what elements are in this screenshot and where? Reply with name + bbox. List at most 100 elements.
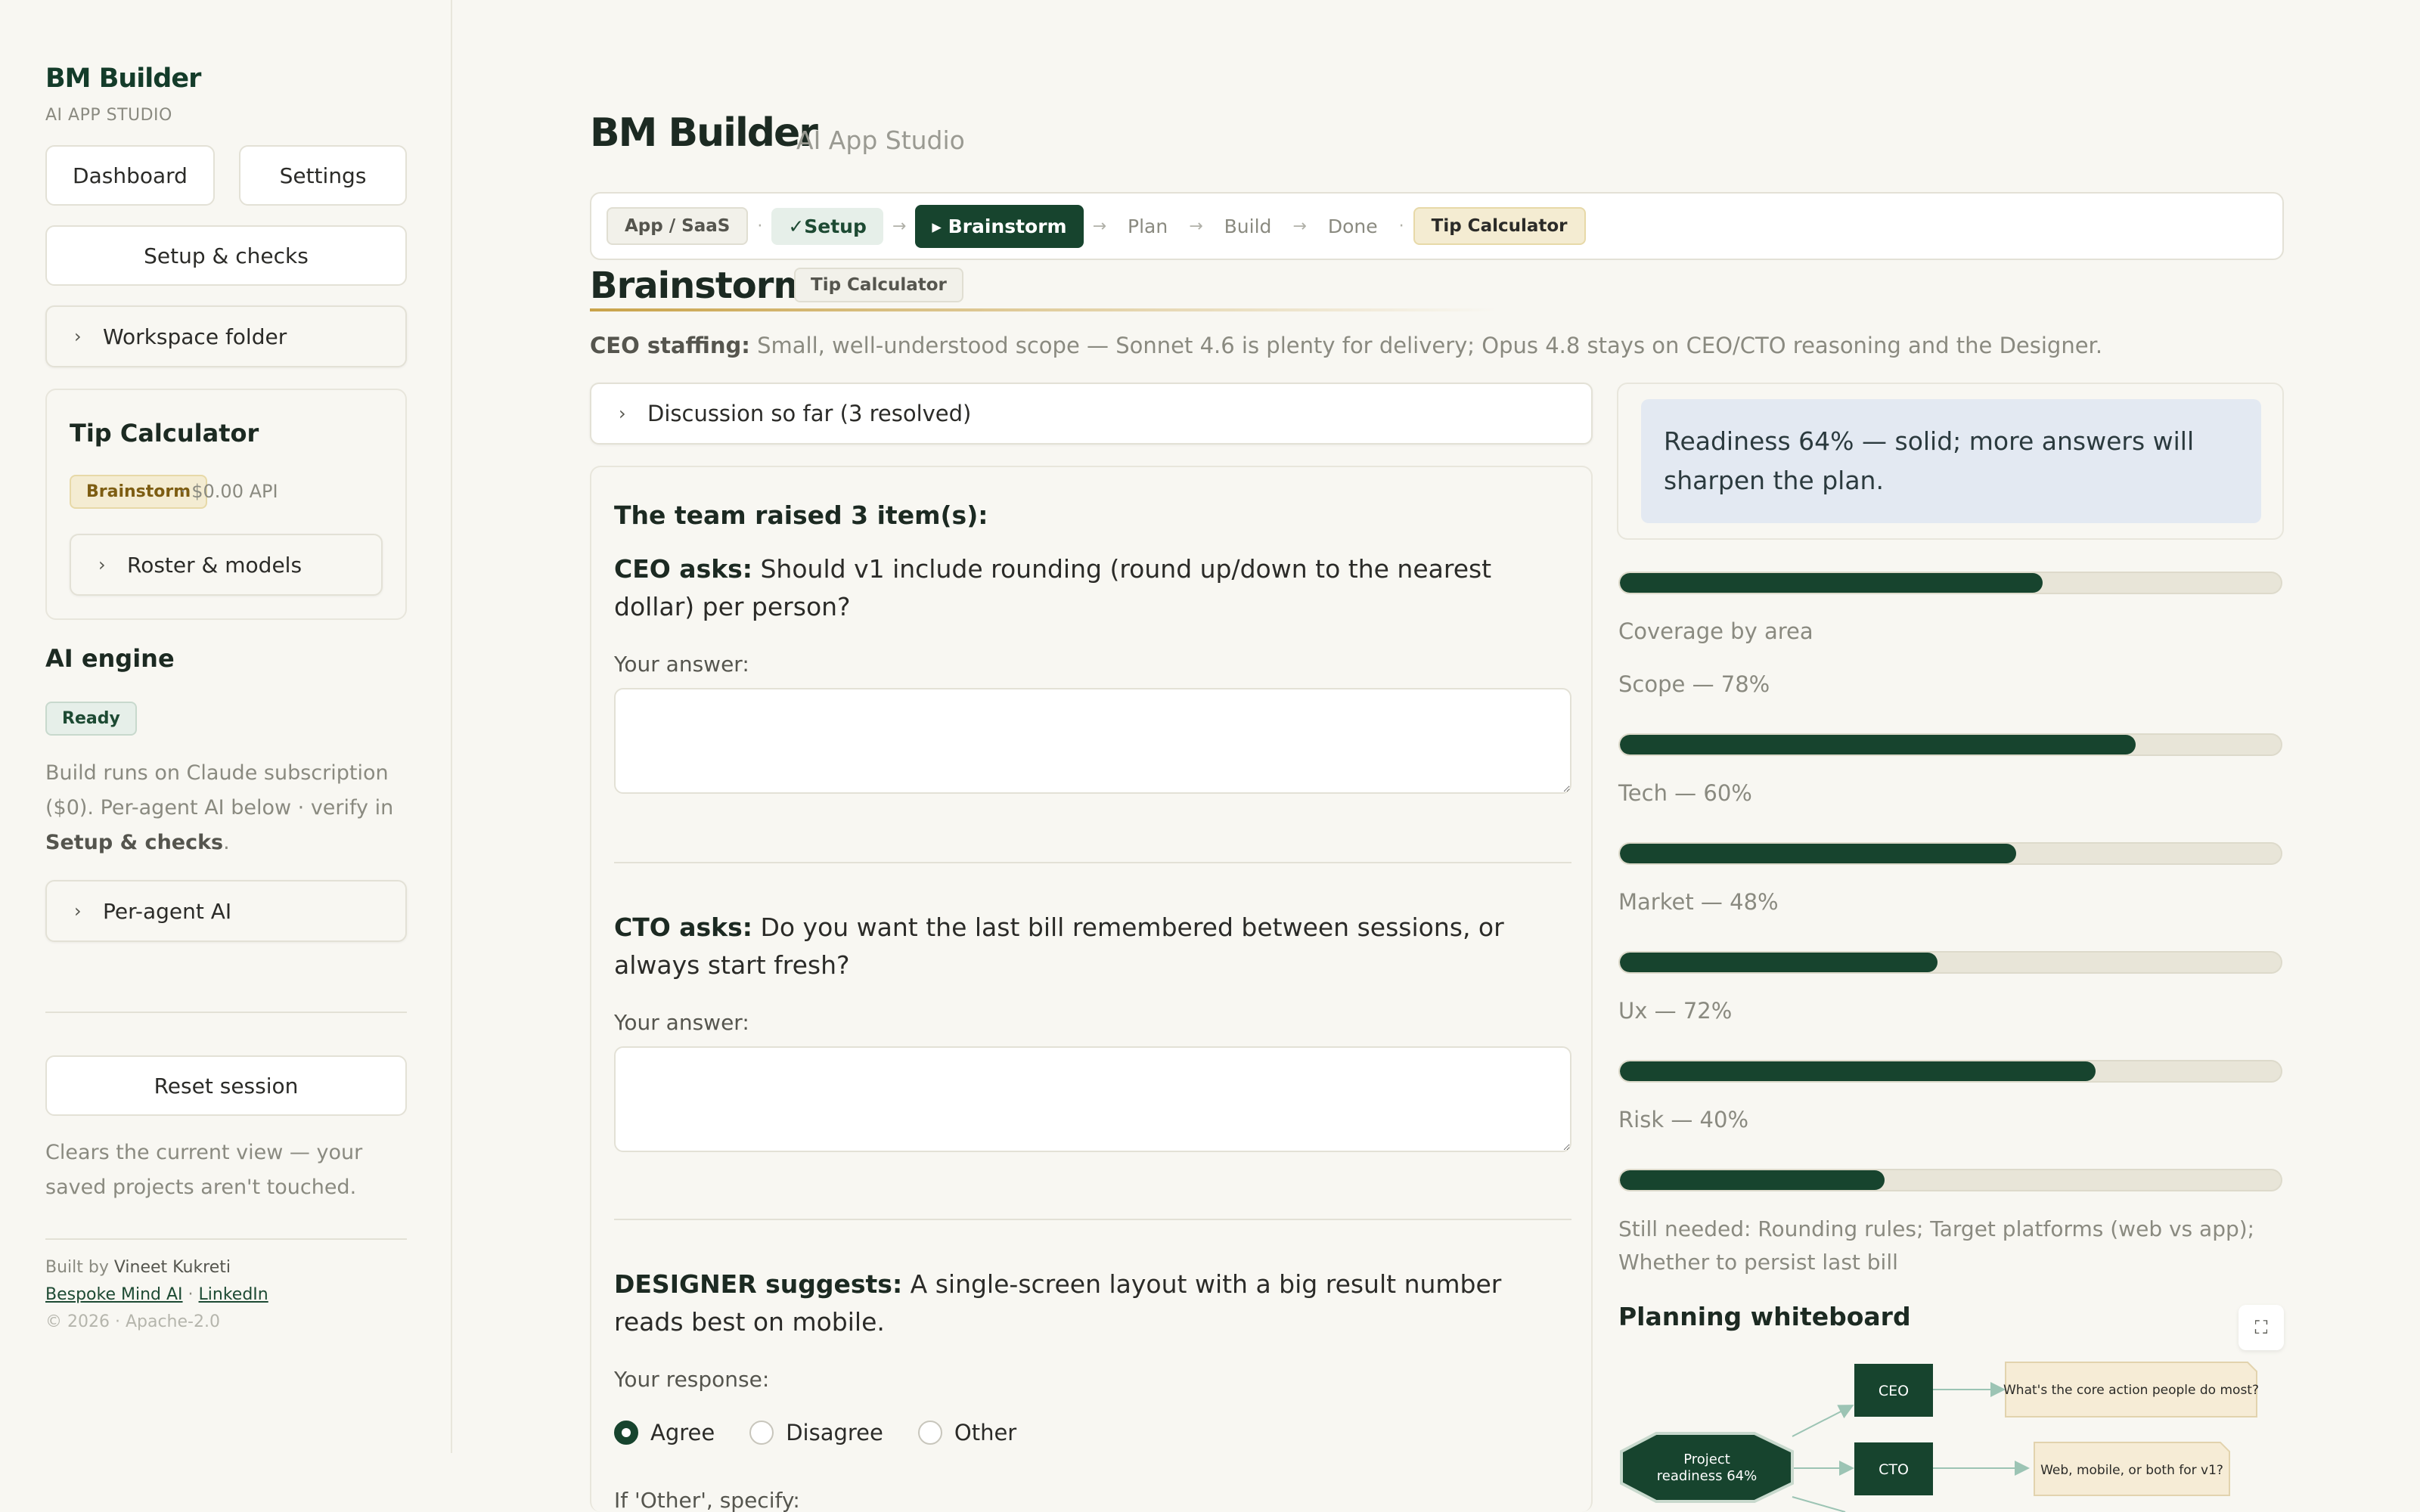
progress-fill [1620, 844, 2017, 863]
progress-fill [1620, 573, 2043, 593]
author-name: Vineet Kukreti [113, 1258, 231, 1277]
step-build: Build [1224, 215, 1272, 237]
section-heading: Brainstorm [590, 265, 811, 307]
cto-note-text: Web, mobile, or both for v1? [2040, 1463, 2223, 1478]
radio-disagree[interactable]: Disagree [749, 1420, 883, 1445]
radio-label: Agree [650, 1420, 715, 1445]
discussion-label: Discussion so far (3 resolved) [647, 401, 972, 426]
edge-project-designer [1792, 1496, 1846, 1512]
area-bar-risk [1618, 1169, 2282, 1191]
question-author: CTO asks: [614, 912, 752, 942]
radio-icon[interactable] [749, 1421, 774, 1445]
whiteboard-title: Planning whiteboard [1618, 1302, 1911, 1331]
area-label-risk: Risk — 40% [1618, 1107, 1749, 1132]
step-setup[interactable]: ✓Setup [771, 207, 883, 245]
radio-selected-icon[interactable] [614, 1421, 638, 1445]
engine-text-a: Build runs on Claude subscription ($0). … [45, 761, 394, 820]
area-bar-scope [1618, 733, 2282, 756]
settings-button[interactable]: Settings [239, 145, 407, 206]
readiness-summary: Readiness 64% — solid; more answers will… [1641, 399, 2261, 523]
engine-text-end: . [223, 831, 230, 854]
page-subtitle: AI App Studio [796, 125, 965, 155]
page-title: BM Builder [590, 110, 818, 156]
radio-icon[interactable] [917, 1421, 942, 1445]
radio-label: Disagree [786, 1420, 883, 1445]
project-node-line1: Project [1683, 1452, 1730, 1467]
ceo-question: CEO asks: Should v1 include rounding (ro… [614, 550, 1575, 626]
app-type-chip: App / SaaS [607, 207, 749, 245]
radio-other[interactable]: Other [917, 1420, 1016, 1445]
project-chip: Tip Calculator [1413, 207, 1586, 245]
roster-models-label: Roster & models [127, 552, 302, 578]
ceo-note-text: What's the core action people do most? [2003, 1383, 2259, 1398]
step-arrow: → [892, 216, 907, 236]
reset-session-button[interactable]: Reset session [45, 1055, 407, 1116]
sidebar-divider [45, 1012, 407, 1013]
area-bar-tech [1618, 842, 2282, 865]
footer-built-by: Built by Vineet Kukreti [45, 1258, 231, 1277]
per-agent-ai-label: Per-agent AI [103, 898, 232, 924]
response-radio-group: Agree Disagree Other [614, 1420, 1051, 1445]
roster-models-expander[interactable]: › Roster & models [70, 534, 383, 596]
discussion-expander[interactable]: › Discussion so far (3 resolved) [590, 383, 1593, 445]
ceo-node-label: CEO [1879, 1383, 1909, 1399]
progress-stepper: App / SaaS · ✓Setup → ▸ Brainstorm → Pla… [590, 192, 2284, 260]
sidebar: BM Builder AI APP STUDIO Dashboard Setti… [0, 0, 452, 1453]
step-brainstorm[interactable]: ▸ Brainstorm [915, 204, 1084, 248]
progress-fill [1620, 735, 2136, 754]
still-needed: Still needed: Rounding rules; Target pla… [1618, 1216, 2255, 1275]
question-divider [614, 862, 1571, 863]
dashboard-button[interactable]: Dashboard [45, 145, 215, 206]
edge-project-ceo [1792, 1405, 1854, 1437]
linkedin-link[interactable]: LinkedIn [199, 1285, 268, 1304]
step-arrow: → [1189, 216, 1203, 236]
designer-suggestion: DESIGNER suggests: A single-screen layou… [614, 1266, 1575, 1341]
cto-answer-input[interactable] [614, 1046, 1571, 1152]
engine-text-setup: Setup & checks [45, 831, 224, 854]
radio-agree[interactable]: Agree [614, 1420, 715, 1445]
engine-status-badge: Ready [45, 702, 137, 736]
brand-subtitle: AI APP STUDIO [45, 106, 172, 125]
response-label: Your response: [614, 1367, 770, 1392]
planning-whiteboard: Project readiness 64% CEO CTO What's the… [1618, 1353, 2284, 1512]
workspace-folder-expander[interactable]: › Workspace folder [45, 305, 407, 367]
step-done: Done [1327, 215, 1378, 237]
brand-title: BM Builder [45, 64, 201, 94]
step-separator: · [757, 216, 763, 236]
ceo-answer-input[interactable] [614, 688, 1571, 794]
staffing-text: Small, well-understood scope — Sonnet 4.… [749, 333, 2103, 358]
chevron-right-icon: › [74, 900, 82, 922]
setup-checks-button[interactable]: Setup & checks [45, 225, 407, 286]
project-card: Tip Calculator Brainstorm · $0.00 API › … [45, 389, 407, 620]
project-title: Tip Calculator [70, 419, 259, 448]
chevron-right-icon: › [74, 326, 82, 347]
expand-icon[interactable]: ⛶ [2238, 1305, 2284, 1350]
staffing-label: CEO staffing: [590, 333, 750, 358]
question-author: DESIGNER suggests: [614, 1269, 903, 1299]
progress-fill [1620, 1061, 2096, 1081]
area-bar-ux [1618, 1060, 2282, 1083]
cto-node-label: CTO [1879, 1461, 1909, 1478]
heading-project-badge: Tip Calculator [794, 268, 963, 302]
question-divider [614, 1219, 1571, 1220]
coverage-label: Coverage by area [1618, 618, 1813, 644]
bespoke-mind-link[interactable]: Bespoke Mind AI [45, 1285, 183, 1304]
progress-fill [1620, 953, 1938, 972]
overall-readiness-bar [1618, 572, 2282, 594]
project-node [1620, 1432, 1794, 1503]
footer-divider [45, 1238, 407, 1240]
question-author: CEO asks: [614, 554, 752, 584]
area-label-ux: Ux — 72% [1618, 998, 1733, 1024]
per-agent-ai-expander[interactable]: › Per-agent AI [45, 880, 407, 942]
built-by-text: Built by [45, 1258, 114, 1277]
step-separator: · [1398, 216, 1404, 236]
area-label-market: Market — 48% [1618, 889, 1779, 915]
step-plan: Plan [1128, 215, 1168, 237]
api-cost: · $0.00 API [180, 481, 278, 502]
reset-note: Clears the current view — your saved pro… [45, 1141, 363, 1199]
workspace-folder-label: Workspace folder [103, 324, 287, 349]
answer-label: Your answer: [614, 652, 749, 677]
ai-engine-heading: AI engine [45, 644, 175, 673]
heading-underline [590, 308, 1497, 311]
readiness-panel: Readiness 64% — solid; more answers will… [1617, 383, 2284, 540]
